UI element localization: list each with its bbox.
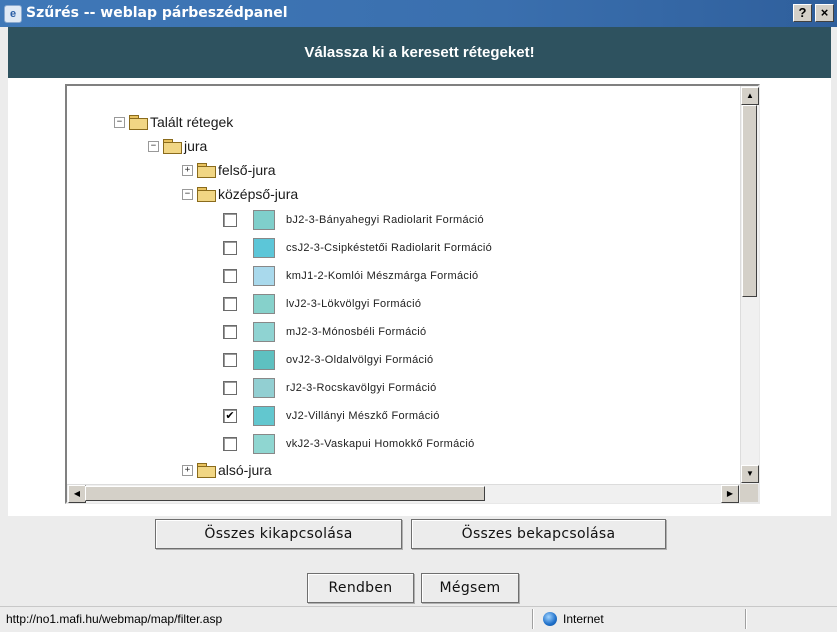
select-all-button[interactable]: Összes bekapcsolása (411, 519, 666, 549)
window-title: Szűrés -- weblap párbeszédpanel (26, 5, 288, 21)
tree-node-label: felső-jura (218, 162, 276, 178)
layer-item[interactable]: ✔ vJ2-Villányi Mészkő Formáció (223, 405, 440, 427)
layer-checkbox[interactable] (223, 437, 237, 451)
layer-color-swatch (253, 350, 275, 370)
tree-node-also-jura[interactable]: + alsó-jura (182, 459, 272, 481)
layer-label: vJ2-Villányi Mészkő Formáció (286, 410, 440, 422)
layer-item[interactable]: rJ2-3-Rocskavölgyi Formáció (223, 377, 437, 399)
layer-checkbox[interactable] (223, 213, 237, 227)
header-text: Válassza ki a keresett rétegeket! (304, 44, 535, 61)
layer-checkbox[interactable] (223, 381, 237, 395)
layer-color-swatch (253, 378, 275, 398)
tree-node-label: jura (184, 138, 208, 154)
status-bar: http://no1.mafi.hu/webmap/map/filter.asp… (0, 606, 837, 632)
layer-color-swatch (253, 266, 275, 286)
layer-item[interactable]: csJ2-3-Csipkéstetői Radiolarit Formáció (223, 237, 492, 259)
tree-node-kozepso-jura[interactable]: − középső-jura (182, 183, 298, 205)
layer-item[interactable]: kmJ1-2-Komlói Mészmárga Formáció (223, 265, 478, 287)
scroll-right-icon[interactable]: ▶ (721, 485, 739, 503)
layer-color-swatch (253, 294, 275, 314)
layer-item[interactable]: mJ2-3-Mónosbéli Formáció (223, 321, 426, 343)
status-divider (745, 609, 747, 629)
expand-icon[interactable]: + (182, 464, 193, 476)
layer-label: mJ2-3-Mónosbéli Formáció (286, 326, 427, 338)
scroll-up-icon[interactable]: ▲ (741, 87, 759, 105)
expand-icon[interactable]: + (182, 164, 193, 176)
layer-label: csJ2-3-Csipkéstetői Radiolarit Formáció (286, 242, 493, 254)
layer-item[interactable]: ovJ2-3-Oldalvölgyi Formáció (223, 349, 433, 371)
tree-node-label: alsó-jura (218, 462, 272, 478)
layer-color-swatch (253, 210, 275, 230)
title-bar: e Szűrés -- weblap párbeszédpanel ? × (0, 0, 837, 27)
layer-checkbox[interactable] (223, 325, 237, 339)
layer-color-swatch (253, 322, 275, 342)
layer-checkbox[interactable]: ✔ (223, 409, 237, 423)
layer-color-swatch (253, 406, 275, 426)
layer-label: lvJ2-3-Lökvölgyi Formáció (286, 298, 422, 310)
layer-label: vkJ2-3-Vaskapui Homokkő Formáció (286, 438, 475, 450)
layer-checkbox[interactable] (223, 353, 237, 367)
layer-label: kmJ1-2-Komlói Mészmárga Formáció (286, 270, 479, 282)
cancel-button[interactable]: Mégsem (421, 573, 519, 603)
tree-node-label: középső-jura (218, 186, 299, 202)
folder-icon (197, 463, 216, 478)
scroll-left-icon[interactable]: ◀ (68, 485, 86, 503)
layer-item[interactable]: lvJ2-3-Lökvölgyi Formáció (223, 293, 421, 315)
tree-node-felso-jura[interactable]: + felső-jura (182, 159, 276, 181)
status-divider (532, 609, 534, 629)
globe-icon (543, 612, 557, 626)
layer-color-swatch (253, 238, 275, 258)
scrollbar-corner (740, 484, 758, 502)
status-url: http://no1.mafi.hu/webmap/map/filter.asp (6, 612, 223, 626)
horizontal-scroll-thumb[interactable] (85, 486, 485, 501)
layer-checkbox[interactable] (223, 241, 237, 255)
folder-icon (197, 187, 216, 202)
horizontal-scrollbar[interactable]: ◀ ▶ (67, 484, 740, 503)
layer-item[interactable]: bJ2-3-Bányahegyi Radiolarit Formáció (223, 209, 484, 231)
folder-icon (163, 139, 182, 154)
layer-color-swatch (253, 434, 275, 454)
collapse-icon[interactable]: − (182, 188, 193, 200)
close-button[interactable]: × (815, 4, 834, 22)
status-zone: Internet (563, 612, 604, 626)
vertical-scroll-thumb[interactable] (742, 105, 757, 297)
vertical-scrollbar[interactable]: ▲ ▼ (740, 86, 759, 484)
layer-label: rJ2-3-Rocskavölgyi Formáció (286, 382, 437, 394)
tree-node-label: Talált rétegek (150, 114, 234, 130)
scroll-down-icon[interactable]: ▼ (741, 465, 759, 483)
folder-icon (197, 163, 216, 178)
tree-node-jura[interactable]: − jura (148, 135, 207, 157)
ok-button[interactable]: Rendben (307, 573, 414, 603)
ie-page-icon: e (4, 5, 22, 23)
deselect-all-button[interactable]: Összes kikapcsolása (155, 519, 402, 549)
collapse-icon[interactable]: − (148, 140, 159, 152)
layer-tree: − Talált rétegek − jura + felső-jura − k… (65, 84, 760, 504)
tree-viewport: − Talált rétegek − jura + felső-jura − k… (67, 86, 740, 484)
collapse-icon[interactable]: − (114, 116, 125, 128)
folder-icon (129, 115, 148, 130)
help-button[interactable]: ? (793, 4, 812, 22)
layer-label: bJ2-3-Bányahegyi Radiolarit Formáció (286, 214, 484, 226)
layer-item[interactable]: vkJ2-3-Vaskapui Homokkő Formáció (223, 433, 475, 455)
tree-node-root[interactable]: − Talált rétegek (114, 111, 233, 133)
layer-checkbox[interactable] (223, 297, 237, 311)
header-banner: Válassza ki a keresett rétegeket! (8, 27, 831, 78)
layer-checkbox[interactable] (223, 269, 237, 283)
layer-label: ovJ2-3-Oldalvölgyi Formáció (286, 354, 434, 366)
